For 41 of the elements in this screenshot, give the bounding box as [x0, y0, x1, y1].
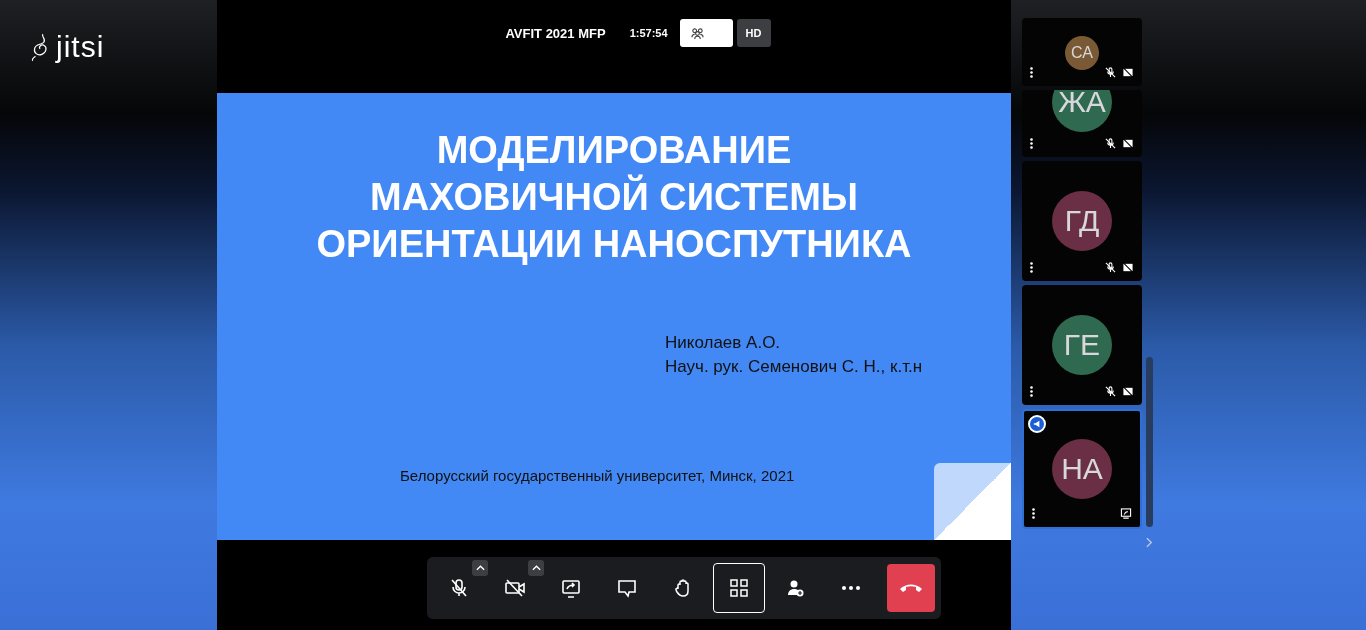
tiles-button[interactable] [713, 563, 765, 613]
kebab-menu-icon[interactable] [1030, 67, 1033, 78]
kebab-menu-icon[interactable] [1032, 508, 1035, 519]
quality-label: HD [736, 19, 771, 47]
avatar-initials: ГЕ [1063, 328, 1101, 362]
avatar-initials: ЖА [1058, 90, 1106, 119]
grid-icon [729, 578, 749, 598]
avatar-initials: НА [1061, 452, 1103, 486]
slide-author-line: Науч. рук. Семенович С. Н., к.т.н [665, 356, 924, 378]
chevron-right-icon[interactable] [1146, 537, 1153, 548]
slide-footer-text: Белорусский государственный университет, Минск, 2021 [400, 467, 795, 484]
scrollbar-thumb[interactable] [1146, 357, 1153, 527]
slide-title-line: МОДЕЛИРОВАНИЕ [435, 128, 793, 173]
slide-title-line: МАХОВИЧНОЙ СИСТЕМЫ [369, 174, 859, 220]
caret-icon[interactable] [528, 560, 544, 576]
hangup-button[interactable] [887, 564, 935, 612]
people-icon [689, 26, 705, 40]
avatar-initials: СА [1071, 44, 1093, 62]
participant-tile[interactable]: НА [1022, 409, 1142, 529]
meeting-name: AVFIT 2021 MFP [505, 26, 606, 41]
participant-tile[interactable]: ГЕ [1022, 285, 1142, 405]
slide-author-line: Николаев А.О. [665, 332, 782, 354]
kebab-menu-icon[interactable] [1030, 262, 1033, 273]
add-person-icon [785, 578, 805, 598]
participants-button[interactable] [679, 19, 733, 47]
logo-text: jitsi [56, 30, 105, 64]
avatar-initials: ГД [1064, 204, 1100, 238]
participant-tile[interactable]: ЖА [1022, 90, 1142, 157]
more-icon [841, 585, 861, 591]
kebab-menu-icon[interactable] [1030, 386, 1033, 397]
hang-up-icon [899, 582, 923, 594]
kebab-menu-icon[interactable] [1030, 138, 1033, 149]
muted-mic-icon [449, 578, 469, 598]
caret-icon[interactable] [472, 560, 488, 576]
slide-title-line: ОРИЕНТАЦИИ НАНОСПУТНИКА [315, 222, 913, 267]
meeting-timer: 1:57:54 [629, 27, 668, 39]
chat-icon [617, 578, 637, 598]
participant-tile[interactable]: СА [1022, 18, 1142, 86]
screen-share-icon [561, 578, 581, 598]
camera-off-icon [504, 578, 526, 598]
participant-tile[interactable]: ГД [1022, 161, 1142, 281]
